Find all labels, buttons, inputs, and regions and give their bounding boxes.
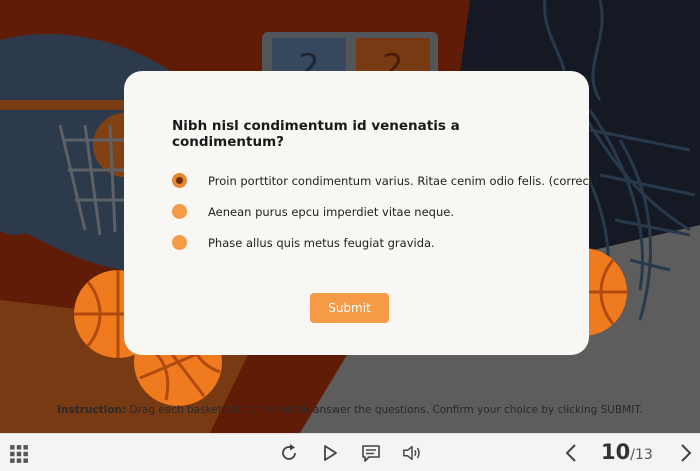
answer-option-1[interactable]: Proin porttitor condimentum varius. Rita… [172, 173, 598, 188]
answer-option-2[interactable]: Aenean purus epcu imperdiet vitae neque. [172, 204, 454, 219]
radio-selected-icon[interactable] [172, 173, 187, 188]
answer-option-label: Phase allus quis metus feugiat gravida. [208, 235, 435, 250]
replay-icon[interactable] [279, 443, 299, 463]
submit-button[interactable]: Submit [310, 293, 389, 323]
total-pages: /13 [630, 447, 653, 463]
next-arrow-icon[interactable] [676, 443, 696, 463]
instruction-text: Instruction: Drag each basketball to the… [0, 404, 700, 416]
instruction-prefix: Instruction: [57, 404, 127, 416]
answer-option-label: Aenean purus epcu imperdiet vitae neque. [208, 204, 454, 219]
quiz-card: Nibh nisl condimentum id venenatis a con… [124, 71, 598, 355]
radio-icon[interactable] [172, 235, 187, 250]
player-control-bar: 10/13 [0, 433, 700, 471]
volume-icon[interactable] [402, 443, 422, 463]
play-icon[interactable] [320, 443, 340, 463]
instruction-body: Drag each basketball to the net to answe… [126, 404, 643, 416]
prev-arrow-icon[interactable] [561, 443, 581, 463]
grid-menu-icon[interactable] [9, 444, 29, 464]
comment-icon[interactable] [361, 443, 381, 463]
current-page: 10 [601, 440, 631, 464]
question-text: Nibh nisl condimentum id venenatis a con… [172, 118, 460, 150]
page-counter: 10/13 [601, 440, 653, 464]
radio-icon[interactable] [172, 204, 187, 219]
answer-option-label: Proin porttitor condimentum varius. Rita… [208, 173, 598, 188]
answer-option-3[interactable]: Phase allus quis metus feugiat gravida. [172, 235, 435, 250]
